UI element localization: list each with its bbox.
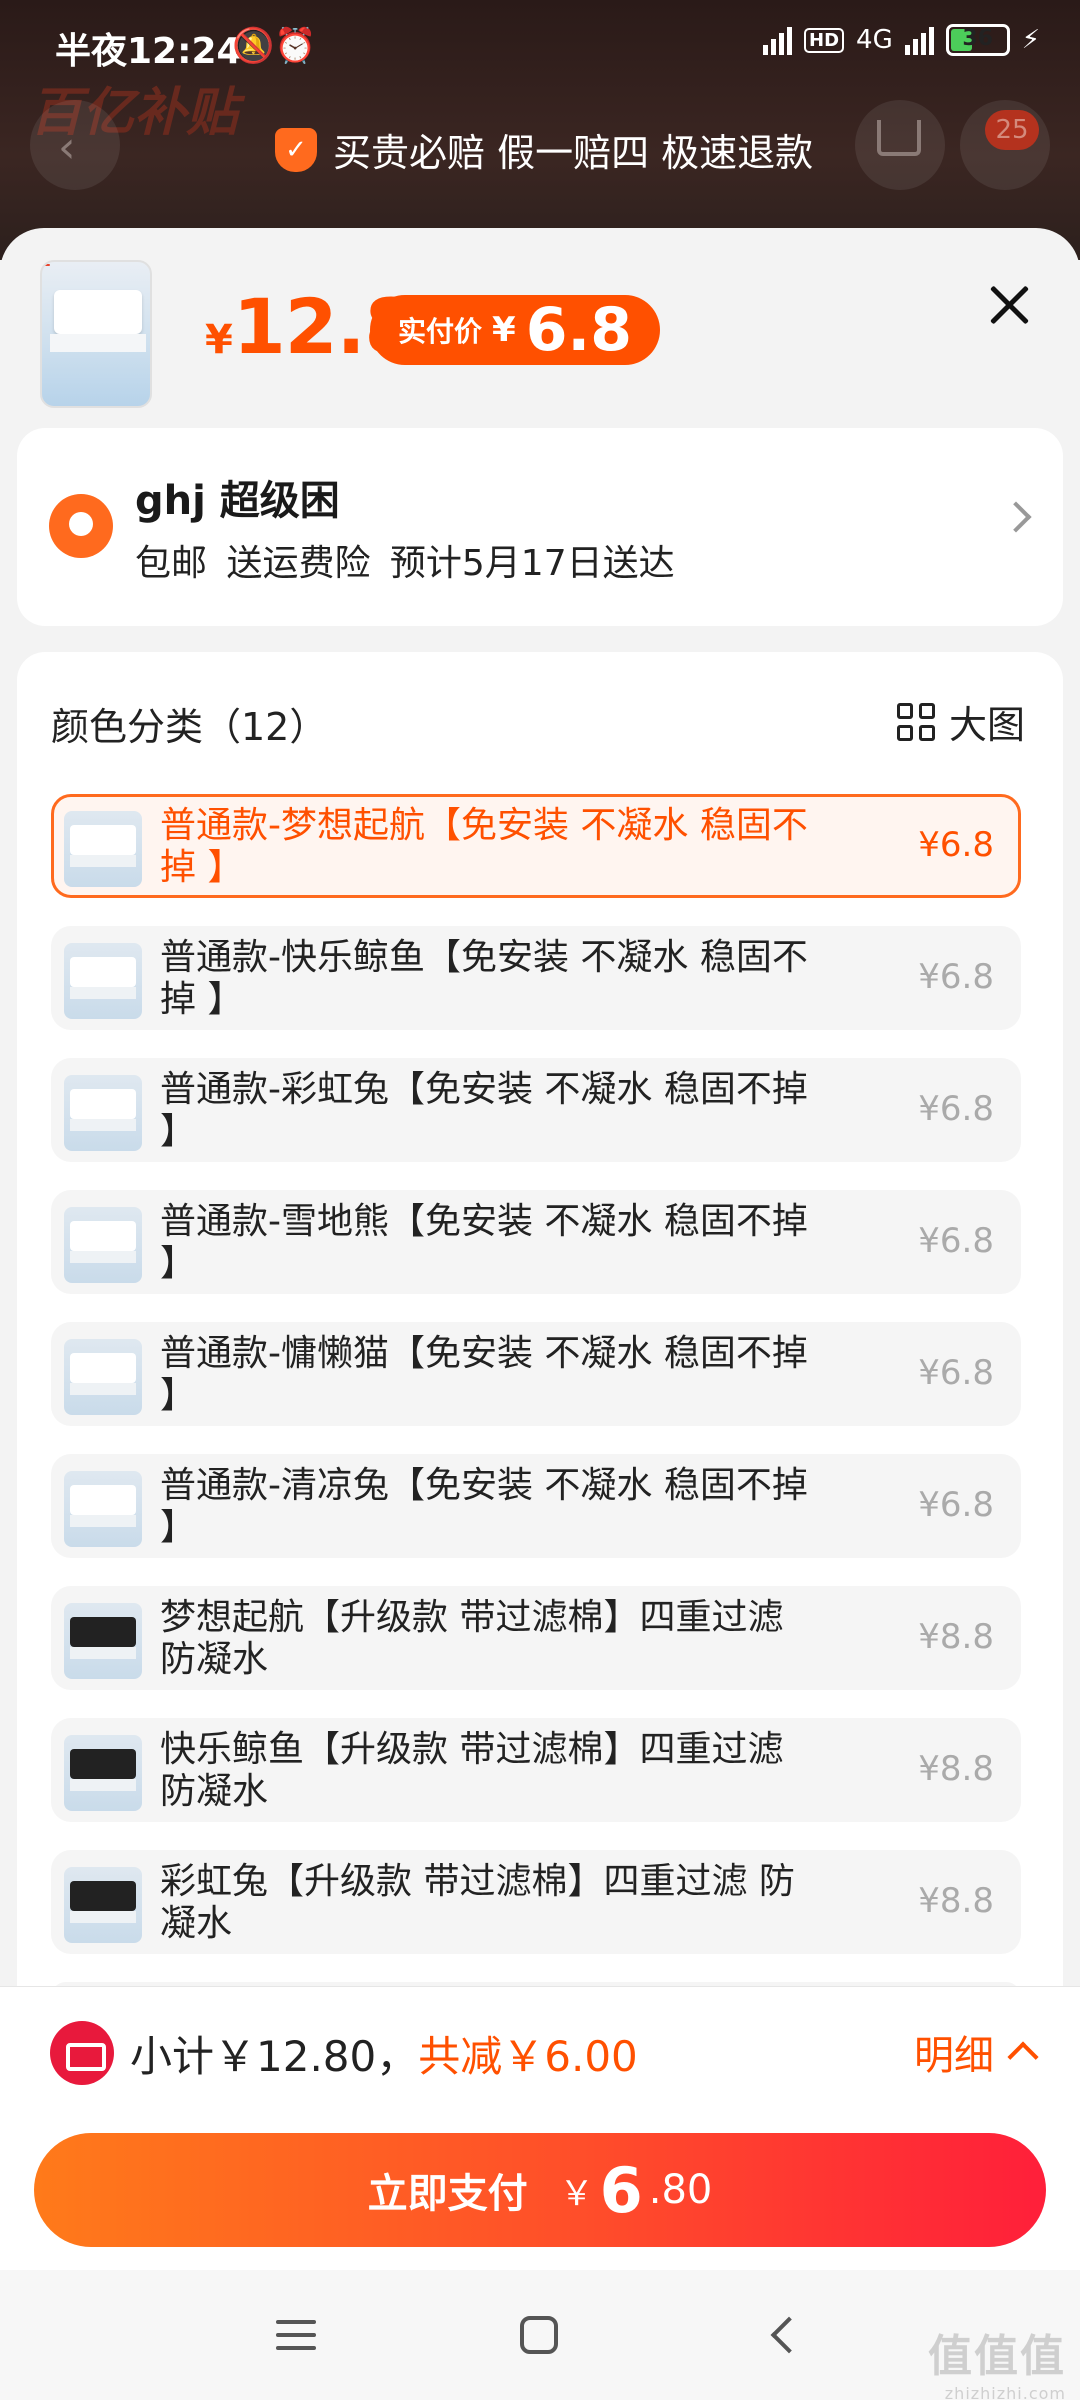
grid-icon xyxy=(896,702,935,741)
back-icon: ‹ xyxy=(58,122,76,173)
option-item[interactable]: 彩虹兔【升级款 带过滤棉】四重过滤 防凝水 ¥8.8 xyxy=(51,1850,1021,1954)
option-price: ¥6.8 xyxy=(918,1485,994,1525)
option-price: ¥6.8 xyxy=(918,825,994,865)
option-thumb xyxy=(64,1735,142,1811)
option-title: 普通款-清凉兔【免安装 不凝水 稳固不掉 】 xyxy=(160,1465,808,1548)
big-view-toggle[interactable]: 大图 xyxy=(896,694,1025,749)
options-card: 颜色分类（12） 大图 普通款-梦想起航【免安装 不凝水 稳固不掉 】 ¥6.8… xyxy=(17,652,1063,1992)
close-icon[interactable] xyxy=(985,280,1035,330)
option-item[interactable]: 普通款-清凉兔【免安装 不凝水 稳固不掉 】 ¥6.8 xyxy=(51,1454,1021,1558)
discount-label: 共减￥6.00 xyxy=(418,2032,638,2081)
product-thumbnail[interactable] xyxy=(40,260,152,408)
option-thumb xyxy=(64,1471,142,1547)
option-thumb xyxy=(64,1339,142,1415)
cart-icon xyxy=(877,120,921,156)
recents-icon[interactable] xyxy=(276,2320,316,2359)
charging-icon: ⚡ xyxy=(1021,25,1040,55)
option-price: ¥8.8 xyxy=(918,1749,994,1789)
pay-label: 立即支付 xyxy=(367,2171,528,2217)
wifi-signal-icon xyxy=(763,25,793,55)
subtotal-label: 小计￥12.80， xyxy=(130,2032,419,2081)
thumb-tag xyxy=(44,264,50,266)
coupon-icon xyxy=(50,2021,114,2085)
option-title: 彩虹兔【升级款 带过滤棉】四重过滤 防凝水 xyxy=(160,1861,795,1944)
detail-toggle[interactable]: 明细 xyxy=(914,2023,1039,2081)
option-thumb xyxy=(64,1867,142,1943)
option-item[interactable]: 普通款-快乐鲸鱼【免安装 不凝水 稳固不掉 】 ¥6.8 xyxy=(51,926,1021,1030)
option-item[interactable]: 快乐鲸鱼【升级款 带过滤棉】四重过滤 防凝水 ¥8.8 xyxy=(51,1718,1021,1822)
chevron-up-icon xyxy=(1007,2041,1039,2073)
pay-amount-dec: .80 xyxy=(648,2167,713,2213)
option-title: 普通款-梦想起航【免安装 不凝水 稳固不掉 】 xyxy=(160,805,808,888)
option-list: 普通款-梦想起航【免安装 不凝水 稳固不掉 】 ¥6.8 普通款-快乐鲸鱼【免安… xyxy=(51,794,1021,1992)
option-item[interactable]: 普通款-梦想起航【免安装 不凝水 稳固不掉 】 ¥6.8 xyxy=(51,794,1021,898)
shipping-info: 包邮 送运费险 预计5月17日送达 xyxy=(135,543,675,584)
cell-signal-icon xyxy=(904,25,934,55)
status-right: HD 4G 36 ⚡ xyxy=(763,24,1040,56)
system-nav-bar xyxy=(0,2270,1080,2400)
battery-icon: 36 xyxy=(945,24,1010,56)
alarm-mute-icon: 🔕⏰ xyxy=(232,26,317,66)
option-price: ¥6.8 xyxy=(918,957,994,997)
option-thumb xyxy=(64,811,142,887)
status-time: 半夜12:24 xyxy=(55,31,242,72)
status-bar: 半夜12:24 🔕⏰ HD 4G 36 ⚡ xyxy=(0,0,1080,80)
big-view-label: 大图 xyxy=(948,703,1025,747)
option-title: 梦想起航【升级款 带过滤棉】四重过滤 防凝水 xyxy=(160,1597,784,1680)
guarantee-text: 买贵必赔 假一赔四 极速退款 xyxy=(333,131,814,175)
pay-amount-int: 6 xyxy=(599,2153,643,2227)
guarantee-banner: ✓ 买贵必赔 假一赔四 极速退款 xyxy=(275,122,813,177)
cart-count-badge: 25 xyxy=(985,110,1039,150)
address-card[interactable]: ghj 超级困 包邮 送运费险 预计5月17日送达 xyxy=(17,428,1063,626)
shield-icon: ✓ xyxy=(275,127,317,172)
option-thumb xyxy=(64,1075,142,1151)
option-thumb xyxy=(64,943,142,1019)
watermark: 值值值 zhizhizhi.com xyxy=(928,2331,1066,2400)
chevron-right-icon xyxy=(1000,501,1032,533)
home-icon[interactable] xyxy=(520,2316,558,2354)
checkout-footer: 小计￥12.80，共减￥6.00 明细 立即支付 ￥ 6 .80 xyxy=(0,1986,1080,2270)
option-title: 快乐鲸鱼【升级款 带过滤棉】四重过滤 防凝水 xyxy=(160,1729,784,1812)
option-item[interactable]: 普通款-雪地熊【免安装 不凝水 稳固不掉 】 ¥6.8 xyxy=(51,1190,1021,1294)
pay-currency: ￥ xyxy=(559,2173,594,2214)
detail-label: 明细 xyxy=(914,2033,994,2079)
pay-now-button[interactable]: 立即支付 ￥ 6 .80 xyxy=(34,2133,1046,2247)
option-price: ¥8.8 xyxy=(918,1617,994,1657)
option-item[interactable]: 普通款-彩虹兔【免安装 不凝水 稳固不掉 】 ¥6.8 xyxy=(51,1058,1021,1162)
options-heading: 颜色分类（12） xyxy=(51,705,328,749)
back-nav-icon[interactable] xyxy=(770,2316,808,2354)
option-title: 普通款-雪地熊【免安装 不凝水 稳固不掉 】 xyxy=(160,1201,808,1284)
option-title: 普通款-快乐鲸鱼【免安装 不凝水 稳固不掉 】 xyxy=(160,937,808,1020)
option-item[interactable]: 梦想起航【升级款 带过滤棉】四重过滤 防凝水 ¥8.8 xyxy=(51,1586,1021,1690)
hd-icon: HD xyxy=(804,27,845,53)
recipient-name: ghj 超级困 xyxy=(135,478,340,524)
option-thumb xyxy=(64,1207,142,1283)
option-price: ¥8.8 xyxy=(918,1881,994,1921)
network-label: 4G xyxy=(856,25,893,55)
subtotal-text: 小计￥12.80，共减￥6.00 xyxy=(130,2023,638,2084)
paid-price-pill: 实付价 ¥ 6.8 xyxy=(370,295,660,365)
option-price: ¥6.8 xyxy=(918,1353,994,1393)
option-item[interactable]: 普通款-慵懒猫【免安装 不凝水 稳固不掉 】 ¥6.8 xyxy=(51,1322,1021,1426)
option-price: ¥6.8 xyxy=(918,1089,994,1129)
option-title: 普通款-彩虹兔【免安装 不凝水 稳固不掉 】 xyxy=(160,1069,808,1152)
option-thumb xyxy=(64,1603,142,1679)
location-pin-icon xyxy=(49,494,113,558)
option-price: ¥6.8 xyxy=(918,1221,994,1261)
option-title: 普通款-慵懒猫【免安装 不凝水 稳固不掉 】 xyxy=(160,1333,808,1416)
